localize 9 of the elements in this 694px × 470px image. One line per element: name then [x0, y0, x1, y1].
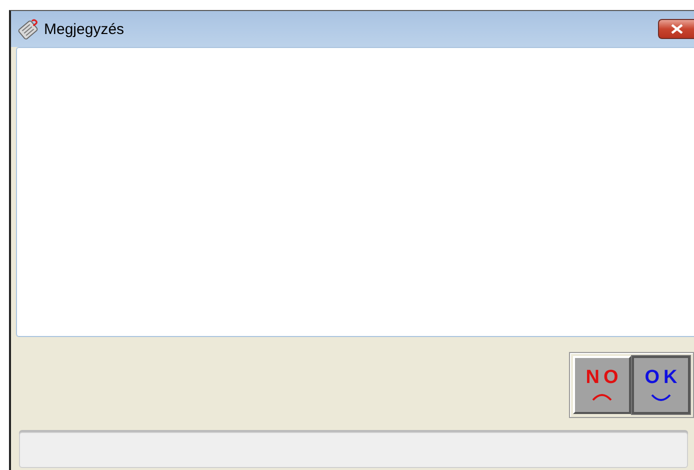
note-field[interactable]	[16, 47, 694, 337]
close-button[interactable]	[658, 19, 694, 39]
ok-button[interactable]: OK	[632, 356, 690, 414]
frown-icon	[592, 394, 612, 401]
no-button[interactable]: NO	[573, 356, 631, 414]
window-title: Megjegyzés	[44, 20, 124, 38]
close-icon	[670, 24, 684, 34]
smile-icon	[651, 394, 671, 401]
status-field[interactable]	[19, 432, 688, 468]
